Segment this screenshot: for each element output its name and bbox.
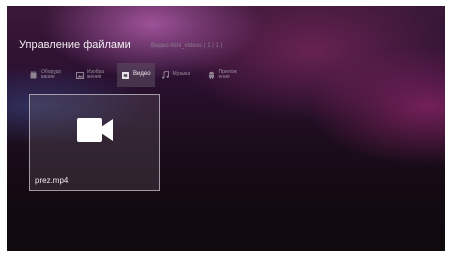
hardware-icon (29, 71, 38, 80)
file-name: prez.mp4 (35, 176, 69, 185)
category-tabs: Оборудо вание Изобра жения Видео Музыка … (25, 63, 249, 87)
page-title: Управление файлами (19, 39, 131, 51)
tab-images-label: Изобра жения (87, 68, 105, 80)
tab-video-label: Видео (133, 71, 151, 78)
file-tile[interactable]: prez.mp4 (29, 94, 160, 191)
image-icon (75, 71, 84, 80)
tab-hardware[interactable]: Оборудо вание (25, 63, 69, 87)
tab-video[interactable]: Видео (117, 63, 155, 87)
music-note-icon (161, 71, 170, 80)
video-camera-icon (77, 118, 113, 147)
video-icon (121, 71, 130, 80)
tab-apps-label: Прилож ение (218, 68, 237, 80)
tab-apps[interactable]: Прилож ение (203, 63, 247, 87)
current-path: Видео-/kini_videos ( 1 | 1 ) (151, 43, 223, 49)
tab-images[interactable]: Изобра жения (71, 63, 115, 87)
tab-music[interactable]: Музыка (157, 63, 201, 87)
tab-music-label: Музыка (172, 71, 191, 78)
tab-hardware-label: Оборудо вание (41, 68, 62, 80)
file-manager-screen: Управление файлами Видео-/kini_videos ( … (7, 6, 445, 251)
android-icon (207, 71, 216, 80)
